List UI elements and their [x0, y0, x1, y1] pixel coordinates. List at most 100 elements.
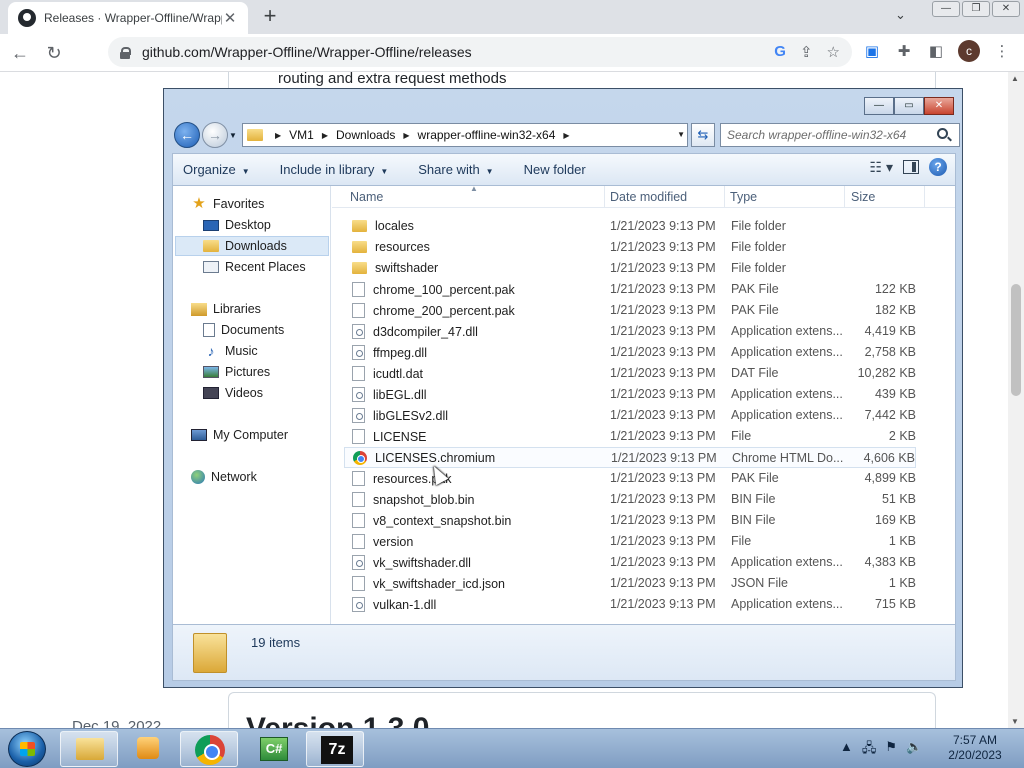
file-row[interactable]: v8_context_snapshot.bin 1/21/2023 9:13 PM…: [344, 510, 916, 531]
scroll-down-icon[interactable]: ▼: [1011, 717, 1019, 726]
column-divider[interactable]: [604, 186, 605, 208]
preview-pane-icon[interactable]: [903, 160, 919, 174]
action-center-flag-icon[interactable]: ⚑: [885, 739, 897, 761]
explorer-address-bar[interactable]: ▶ VM1 ▶ Downloads ▶ wrapper-offline-win3…: [242, 123, 688, 147]
nav-favorites[interactable]: ★ Favorites: [191, 194, 264, 214]
nav-network[interactable]: Network: [191, 467, 257, 487]
file-row[interactable]: LICENSES.chromium 1/21/2023 9:13 PM Chrome…: [344, 447, 916, 468]
taskbar-7zip-button[interactable]: 7z: [306, 731, 364, 767]
tab-search-chevron-icon[interactable]: ⌄: [895, 7, 906, 23]
file-name-cell[interactable]: version: [352, 534, 413, 549]
column-size[interactable]: Size: [851, 190, 875, 204]
nav-music[interactable]: ♪ Music: [203, 341, 258, 361]
reload-icon[interactable]: ↻: [40, 39, 68, 67]
column-divider[interactable]: [724, 186, 725, 208]
kebab-menu-icon[interactable]: ⋮: [992, 42, 1012, 60]
page-scrollbar[interactable]: ▲ ▼: [1008, 72, 1024, 728]
organize-button[interactable]: Organize ▼: [183, 162, 250, 177]
profile-avatar[interactable]: c: [958, 40, 980, 62]
include-in-library-button[interactable]: Include in library ▼: [280, 162, 389, 177]
file-name-cell[interactable]: LICENSES.chromium: [353, 451, 495, 465]
file-row[interactable]: LICENSE 1/21/2023 9:13 PM File 2 KB: [344, 426, 916, 447]
network-tray-icon[interactable]: 🖧: [862, 739, 877, 761]
taskbar-chrome-button[interactable]: [180, 731, 238, 767]
close-button[interactable]: ✕: [992, 1, 1020, 17]
change-view-icon[interactable]: ☷ ▾: [870, 159, 893, 176]
file-name-cell[interactable]: vulkan-1.dll: [352, 597, 436, 612]
nav-downloads[interactable]: Downloads: [175, 236, 329, 256]
breadcrumb-vm1[interactable]: VM1: [289, 128, 314, 142]
nav-libraries[interactable]: Libraries: [191, 299, 261, 319]
file-name-cell[interactable]: chrome_200_percent.pak: [352, 303, 515, 318]
url-text[interactable]: github.com/Wrapper-Offline/Wrapper-Offli…: [142, 44, 774, 60]
file-name-cell[interactable]: d3dcompiler_47.dll: [352, 324, 478, 339]
file-name-cell[interactable]: snapshot_blob.bin: [352, 492, 474, 507]
address-bar[interactable]: github.com/Wrapper-Offline/Wrapper-Offli…: [108, 37, 852, 67]
explorer-close-button[interactable]: ✕: [924, 97, 954, 115]
address-dropdown-icon[interactable]: ▼: [677, 130, 685, 139]
side-panel-icon[interactable]: ◧: [926, 42, 946, 60]
breadcrumb-separator-icon[interactable]: ▶: [275, 131, 281, 140]
scrollbar-thumb[interactable]: [1011, 284, 1021, 396]
start-button[interactable]: [8, 731, 46, 767]
nav-my-computer[interactable]: My Computer: [191, 425, 288, 445]
explorer-maximize-button[interactable]: ▭: [894, 97, 924, 115]
google-lens-icon[interactable]: G: [774, 43, 786, 61]
share-icon[interactable]: ⇪: [800, 43, 813, 61]
breadcrumb-downloads[interactable]: Downloads: [336, 128, 395, 142]
help-icon[interactable]: ?: [929, 158, 947, 176]
bookmark-star-icon[interactable]: ☆: [827, 43, 840, 61]
explorer-search-input[interactable]: Search wrapper-offline-win32-x64: [720, 123, 960, 147]
browser-tab-releases[interactable]: Releases · Wrapper-Offline/Wrapper-Offli…: [8, 2, 248, 34]
share-with-button[interactable]: Share with ▼: [418, 162, 493, 177]
minimize-button[interactable]: —: [932, 1, 960, 17]
show-hidden-icons-icon[interactable]: ▲: [840, 739, 853, 761]
nav-desktop[interactable]: Desktop: [203, 215, 271, 235]
file-row[interactable]: version 1/21/2023 9:13 PM File 1 KB: [344, 531, 916, 552]
file-name-cell[interactable]: resources: [352, 240, 430, 254]
file-row[interactable]: locales 1/21/2023 9:13 PM File folder: [344, 216, 916, 237]
file-row[interactable]: chrome_100_percent.pak 1/21/2023 9:13 PM P…: [344, 279, 916, 300]
file-row[interactable]: libGLESv2.dll 1/21/2023 9:13 PM Applicatio…: [344, 405, 916, 426]
file-name-cell[interactable]: chrome_100_percent.pak: [352, 282, 515, 297]
file-row[interactable]: resources 1/21/2023 9:13 PM File folder: [344, 237, 916, 258]
explorer-minimize-button[interactable]: —: [864, 97, 894, 115]
breadcrumb-separator-icon[interactable]: ▶: [322, 131, 328, 140]
file-row[interactable]: d3dcompiler_47.dll 1/21/2023 9:13 PM Appli…: [344, 321, 916, 342]
file-name-cell[interactable]: libEGL.dll: [352, 387, 427, 402]
recent-pages-chevron-icon[interactable]: ▼: [229, 131, 237, 140]
explorer-forward-button[interactable]: →: [202, 122, 228, 148]
screen-record-icon[interactable]: ▣: [862, 42, 882, 60]
file-row[interactable]: chrome_200_percent.pak 1/21/2023 9:13 PM P…: [344, 300, 916, 321]
new-folder-button[interactable]: New folder: [524, 162, 586, 177]
nav-recent-places[interactable]: Recent Places: [203, 257, 306, 277]
extensions-puzzle-icon[interactable]: ✚: [894, 42, 914, 60]
column-name[interactable]: Name: [350, 190, 383, 204]
explorer-refresh-button[interactable]: ⇆: [691, 123, 715, 147]
file-row[interactable]: vk_swiftshader_icd.json 1/21/2023 9:13 PM…: [344, 573, 916, 594]
search-icon[interactable]: [937, 128, 948, 139]
file-row[interactable]: snapshot_blob.bin 1/21/2023 9:13 PM BIN Fi…: [344, 489, 916, 510]
breadcrumb-separator-icon[interactable]: ▶: [403, 131, 409, 140]
file-name-cell[interactable]: libGLESv2.dll: [352, 408, 448, 423]
file-name-cell[interactable]: vk_swiftshader_icd.json: [352, 576, 505, 591]
taskbar-explorer-button[interactable]: [60, 731, 118, 767]
file-name-cell[interactable]: vk_swiftshader.dll: [352, 555, 471, 570]
file-name-cell[interactable]: icudtl.dat: [352, 366, 423, 381]
back-arrow-icon[interactable]: ←: [6, 39, 34, 67]
file-name-cell[interactable]: ffmpeg.dll: [352, 345, 427, 360]
taskbar-csharp-button[interactable]: C#: [244, 731, 302, 767]
file-row[interactable]: vulkan-1.dll 1/21/2023 9:13 PM Application…: [344, 594, 916, 615]
column-type[interactable]: Type: [730, 190, 757, 204]
volume-icon[interactable]: 🔈: [906, 739, 922, 761]
file-name-cell[interactable]: v8_context_snapshot.bin: [352, 513, 511, 528]
nav-pictures[interactable]: Pictures: [203, 362, 270, 382]
breadcrumb-current-folder[interactable]: wrapper-offline-win32-x64: [418, 128, 556, 142]
nav-videos[interactable]: Videos: [203, 383, 263, 403]
file-row[interactable]: swiftshader 1/21/2023 9:13 PM File folder: [344, 258, 916, 279]
taskbar-media-player-button[interactable]: [120, 731, 178, 767]
column-divider[interactable]: [844, 186, 845, 208]
file-name-cell[interactable]: LICENSE: [352, 429, 427, 444]
breadcrumb-separator-icon[interactable]: ▶: [563, 131, 569, 140]
explorer-back-button[interactable]: ←: [174, 122, 200, 148]
